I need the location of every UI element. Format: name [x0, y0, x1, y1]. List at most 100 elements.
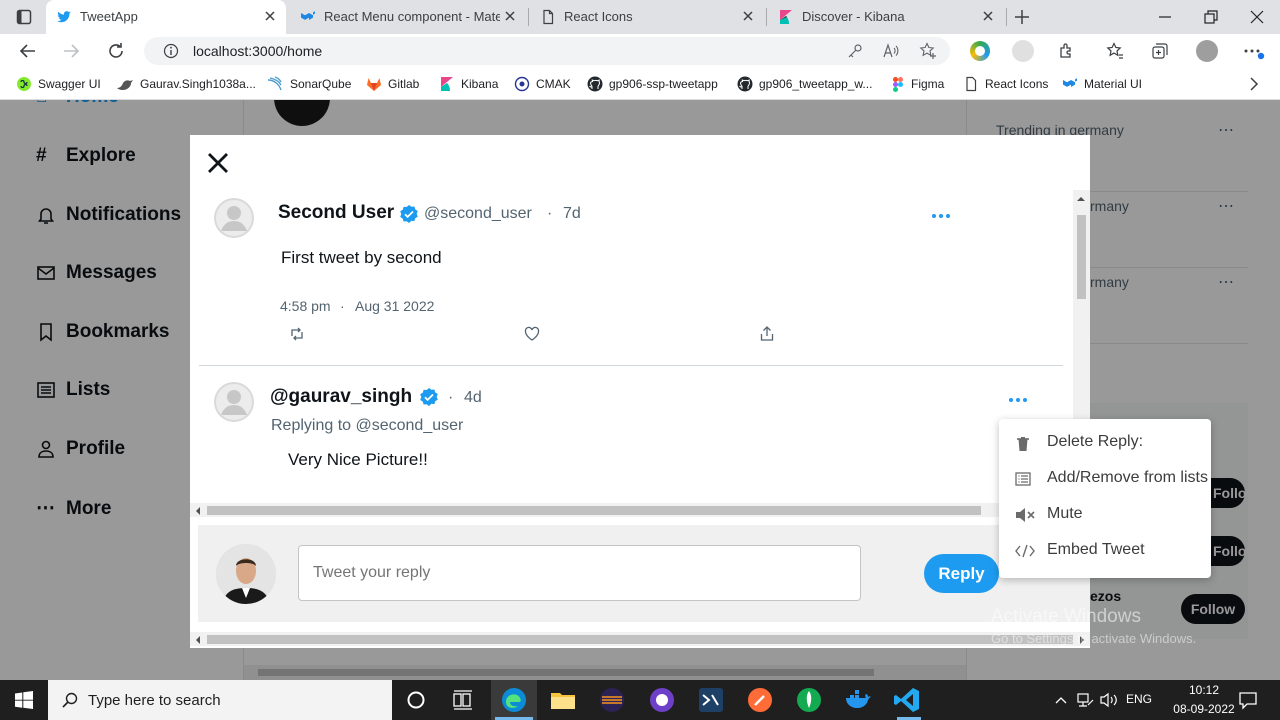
bookmark-github-ssp[interactable]: gp906-ssp-tweetapp [587, 75, 718, 93]
collections-icon[interactable] [1151, 42, 1169, 60]
task-view-icon[interactable] [453, 690, 473, 710]
language-indicator[interactable]: ENG [1126, 692, 1152, 706]
tab-tweetapp[interactable]: TweetApp [46, 0, 286, 34]
close-icon[interactable] [980, 8, 996, 24]
profile-avatar[interactable] [1196, 40, 1218, 62]
windows-start-icon[interactable] [15, 691, 33, 709]
extensions-icon[interactable] [1058, 42, 1076, 60]
read-aloud-icon[interactable] [882, 43, 900, 59]
tab-kibana[interactable]: Discover - Kibana [768, 0, 1004, 34]
tab-react-menu[interactable]: React Menu component - Mater [290, 0, 526, 34]
bookmark-label: React Icons [985, 77, 1049, 91]
bookmark-sonarqube[interactable]: SonarQube [266, 75, 351, 93]
replying-to-text: Replying to @second_user [271, 417, 464, 434]
vs-icon[interactable] [697, 686, 725, 714]
close-icon[interactable] [206, 151, 230, 175]
tweet-author-name[interactable]: Second User [278, 202, 394, 224]
close-icon[interactable] [740, 8, 756, 24]
list-icon [1015, 472, 1031, 486]
tweet-more-icon[interactable] [932, 214, 950, 218]
bookmark-label: gp906-ssp-tweetapp [609, 77, 718, 91]
menu-item-label: Add/Remove from lists [1047, 469, 1208, 486]
scroll-up-icon[interactable] [1077, 195, 1085, 203]
close-icon[interactable] [502, 8, 518, 24]
bookmark-gitlab[interactable]: Gitlab [366, 75, 419, 93]
key-icon[interactable] [847, 43, 863, 59]
scroll-left-icon[interactable] [194, 636, 202, 644]
reply-author-name[interactable]: @gaurav_singh [270, 386, 412, 408]
reply-button[interactable]: Reply [924, 554, 999, 593]
cortana-icon[interactable] [406, 690, 426, 710]
scroll-left-icon[interactable] [194, 507, 202, 515]
reply-input[interactable] [298, 545, 861, 601]
refresh-icon[interactable] [107, 42, 125, 60]
notifications-icon[interactable] [1238, 690, 1258, 710]
retweet-icon[interactable] [289, 326, 305, 342]
back-icon[interactable] [19, 42, 37, 60]
bookmark-label: Gitlab [388, 77, 420, 91]
clock-date[interactable]: 08-09-2022 [1172, 702, 1236, 716]
bookmark-github-w[interactable]: gp906_tweetapp_w... [737, 75, 872, 93]
reply-age: 4d [464, 389, 482, 406]
bookmark-gaurav[interactable]: Gaurav.Singh1038a... [116, 75, 256, 93]
postman-icon[interactable] [746, 686, 774, 714]
favorites-icon[interactable] [1106, 42, 1124, 60]
swagger-icon [17, 77, 31, 91]
taskbar-search-box[interactable]: Type here to search [48, 680, 392, 720]
reply-modal: Second User @second_user · 7d First twee… [190, 135, 1090, 648]
bird-icon [117, 80, 133, 90]
chevron-up-icon[interactable] [1054, 694, 1068, 706]
github-icon [737, 76, 753, 92]
menu-item-delete-reply[interactable]: Delete Reply: [999, 425, 1211, 461]
avatar[interactable] [214, 198, 254, 238]
bookmark-label: Material UI [1084, 77, 1143, 91]
extension-icon[interactable] [970, 41, 990, 61]
tweet-date: Aug 31 2022 [355, 298, 435, 314]
menu-item-embed-tweet[interactable]: Embed Tweet [999, 533, 1211, 569]
tab-actions-icon[interactable] [16, 9, 32, 25]
eclipse-icon[interactable] [598, 686, 626, 714]
restore-icon[interactable] [1203, 9, 1219, 25]
info-icon[interactable] [163, 43, 179, 59]
forward-icon[interactable] [62, 42, 80, 60]
tab-label: Discover - Kibana [802, 9, 905, 24]
new-tab-icon[interactable] [1013, 8, 1031, 26]
avatar[interactable] [214, 382, 254, 422]
bookmark-cmak[interactable]: CMAK [514, 75, 571, 93]
edge-icon[interactable] [500, 686, 528, 714]
address-bar[interactable]: localhost:3000/home [144, 37, 950, 65]
chevron-right-icon[interactable] [1247, 76, 1261, 92]
file-explorer-icon[interactable] [549, 686, 577, 714]
volume-icon[interactable] [1099, 692, 1119, 708]
mongodb-compass-icon[interactable] [795, 686, 823, 714]
reply-more-icon[interactable] [1009, 398, 1027, 402]
material-ui-icon [1063, 78, 1077, 87]
window-close-icon[interactable] [1249, 9, 1265, 25]
share-icon[interactable] [759, 325, 775, 342]
bookmark-kibana[interactable]: Kibana [439, 75, 498, 93]
kibana-icon [780, 10, 792, 24]
composer-horizontal-scrollbar[interactable] [190, 632, 1090, 646]
bookmark-figma[interactable]: Figma [891, 75, 944, 93]
bookmark-react-icons[interactable]: React Icons [963, 75, 1048, 93]
github-icon [587, 76, 603, 92]
menu-item-mute[interactable]: Mute [999, 497, 1211, 533]
minimize-icon[interactable] [1157, 9, 1173, 25]
add-favorite-icon[interactable] [919, 42, 937, 60]
vscode-icon[interactable] [893, 686, 921, 714]
menu-item-add-remove-lists[interactable]: Add/Remove from lists [999, 461, 1211, 497]
extension-icon[interactable] [1012, 40, 1034, 62]
bookmark-swagger[interactable]: Swagger UI [16, 75, 101, 93]
bookmark-material-ui[interactable]: Material UI [1062, 75, 1142, 93]
network-icon[interactable] [1076, 692, 1094, 708]
clock-time[interactable]: 10:12 [1172, 683, 1236, 697]
search-icon [62, 692, 78, 708]
github-desktop-icon[interactable] [648, 686, 676, 714]
close-icon[interactable] [262, 8, 278, 24]
tab-react-icons[interactable]: React Icons [530, 0, 764, 34]
tweet-author-handle[interactable]: @second_user [424, 205, 532, 223]
more-menu-icon[interactable] [1243, 43, 1265, 61]
like-icon[interactable] [524, 326, 540, 342]
docker-icon[interactable] [844, 686, 872, 714]
modal-horizontal-scrollbar[interactable] [190, 503, 1073, 517]
